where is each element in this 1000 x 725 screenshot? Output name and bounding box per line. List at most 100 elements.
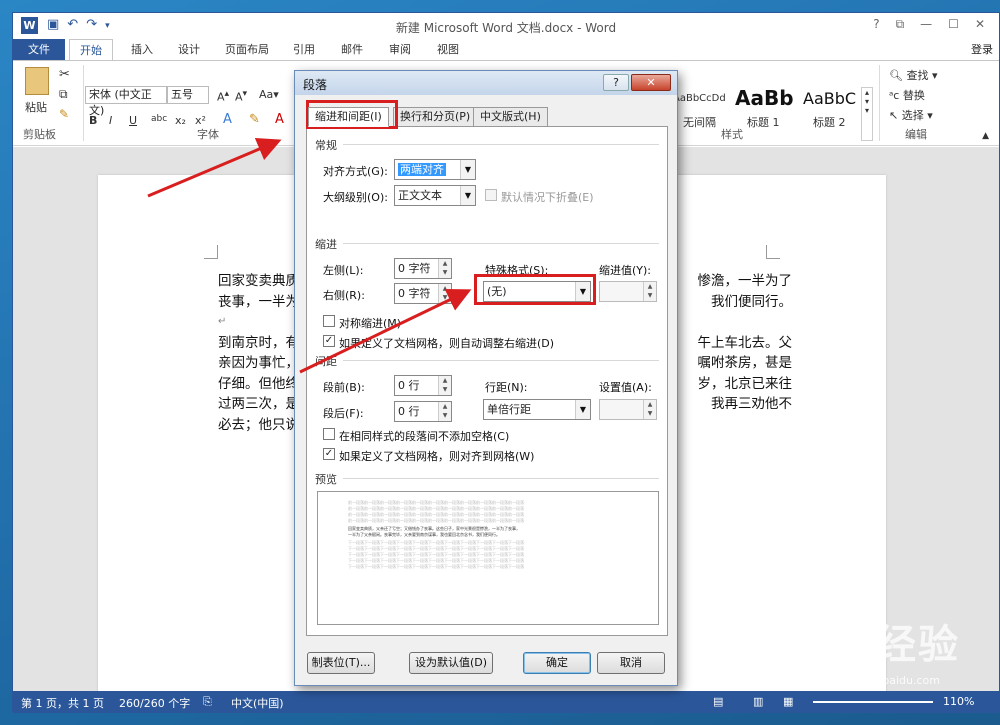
mirror-indents-label: 对称缩进(M) bbox=[339, 317, 402, 330]
font-name-box[interactable]: 宋体 (中文正文) bbox=[85, 86, 167, 117]
spacing-after-value: 0 行 bbox=[398, 405, 420, 418]
text-effects-icon[interactable]: A bbox=[223, 112, 232, 127]
help-icon[interactable]: ? bbox=[873, 17, 879, 32]
preview-line: 前一段落前一段落前一段落前一段落前一段落前一段落前一段落前一段落前一段落前一段落… bbox=[348, 506, 524, 511]
collapse-ribbon-icon[interactable]: ▲ bbox=[982, 131, 989, 141]
left-indent-spinner[interactable]: 0 字符 ▲ ▼ bbox=[394, 258, 452, 279]
paste-button[interactable]: 粘贴 bbox=[25, 99, 47, 115]
proofing-icon[interactable]: ⎘ bbox=[203, 695, 212, 709]
maximize-icon[interactable]: ☐ bbox=[948, 17, 959, 32]
snap-to-grid-checkbox[interactable]: ✓ bbox=[323, 448, 335, 460]
spinner-arrows-icon[interactable]: ▲ ▼ bbox=[438, 376, 451, 395]
section-general: 常规 bbox=[315, 139, 337, 152]
no-space-same-style-checkbox[interactable] bbox=[323, 428, 335, 440]
select-button[interactable]: ↖ 选择 ▾ bbox=[889, 107, 933, 123]
styles-scroll[interactable]: ▴ ▾ ▾ bbox=[861, 87, 873, 141]
section-divider bbox=[343, 360, 659, 361]
language-indicator[interactable]: 中文(中国) bbox=[231, 695, 284, 711]
dialog-close-button[interactable]: ✕ bbox=[631, 74, 671, 91]
section-divider bbox=[343, 144, 659, 145]
tab-references[interactable]: 引用 bbox=[283, 39, 325, 61]
spinner-arrows-icon[interactable]: ▲ ▼ bbox=[438, 259, 451, 278]
tab-view[interactable]: 视图 bbox=[427, 39, 469, 61]
replace-button[interactable]: ᵃc 替换 bbox=[889, 87, 925, 103]
divider bbox=[879, 65, 880, 141]
ok-button[interactable]: 确定 bbox=[523, 652, 591, 674]
spacing-at-spinner[interactable]: ▲ ▼ bbox=[599, 399, 657, 420]
section-divider bbox=[343, 478, 659, 479]
tab-asian-typography[interactable]: 中文版式(H) bbox=[473, 107, 548, 127]
spinner-arrows-icon[interactable]: ▲ ▼ bbox=[438, 284, 451, 303]
tab-home[interactable]: 开始 bbox=[69, 39, 113, 61]
close-icon[interactable]: ✕ bbox=[975, 17, 985, 32]
left-indent-label: 左侧(L): bbox=[323, 264, 364, 277]
style-heading1-preview[interactable]: AaBb bbox=[735, 86, 794, 110]
format-painter-icon[interactable]: ✎ bbox=[59, 107, 69, 121]
spinner-arrows-icon[interactable]: ▲ ▼ bbox=[643, 400, 656, 419]
zoom-slider[interactable] bbox=[813, 701, 933, 703]
alignment-select[interactable]: 两端对齐 ▼ bbox=[394, 159, 476, 180]
style-nospacing-preview[interactable]: AaBbCcDd bbox=[673, 93, 726, 104]
subscript-icon[interactable]: x₂ bbox=[175, 114, 186, 127]
find-icon: 🔍︎ bbox=[889, 69, 903, 82]
strikethrough-icon[interactable]: abc bbox=[151, 114, 167, 124]
zoom-level[interactable]: 110% bbox=[943, 695, 974, 708]
select-label: 选择 bbox=[901, 109, 924, 122]
tab-indents-spacing[interactable]: 缩进和间距(I) bbox=[308, 107, 389, 127]
chevron-down-icon: ▼ bbox=[460, 160, 475, 179]
find-button[interactable]: 🔍︎ 查找 ▾ bbox=[889, 67, 938, 83]
word-count[interactable]: 260/260 个字 bbox=[119, 695, 190, 711]
tab-page-layout[interactable]: 页面布局 bbox=[215, 39, 279, 61]
font-color-icon[interactable]: A bbox=[275, 112, 284, 127]
change-case-icon[interactable]: Aa▾ bbox=[259, 88, 279, 101]
highlight-icon[interactable]: ✎ bbox=[249, 112, 260, 127]
copy-icon[interactable]: ⧉ bbox=[59, 87, 68, 102]
font-size-box[interactable]: 五号 bbox=[167, 86, 209, 104]
dialog-help-button[interactable]: ? bbox=[603, 74, 629, 91]
grow-font-icon[interactable]: A▴ bbox=[217, 88, 229, 104]
tab-line-page-breaks[interactable]: 换行和分页(P) bbox=[393, 107, 478, 127]
font-group-label: 字体 bbox=[197, 128, 219, 141]
print-layout-icon[interactable]: ▥ bbox=[753, 695, 763, 708]
read-mode-icon[interactable]: ▤ bbox=[713, 695, 723, 708]
page-count[interactable]: 第 1 页，共 1 页 bbox=[21, 695, 104, 711]
tab-review[interactable]: 审阅 bbox=[379, 39, 421, 61]
bold-button[interactable]: B bbox=[89, 114, 97, 127]
spacing-after-spinner[interactable]: 0 行 ▲ ▼ bbox=[394, 401, 452, 422]
indent-by-spinner[interactable]: ▲ ▼ bbox=[599, 281, 657, 302]
mirror-indents-checkbox[interactable] bbox=[323, 315, 335, 327]
doc-line: 嘱咐茶房，甚是 bbox=[697, 355, 793, 371]
tab-mailings[interactable]: 邮件 bbox=[331, 39, 373, 61]
tab-design[interactable]: 设计 bbox=[168, 39, 210, 61]
outline-level-select[interactable]: 正文文本 ▼ bbox=[394, 185, 476, 206]
line-spacing-select[interactable]: 单倍行距 ▼ bbox=[483, 399, 591, 420]
underline-button[interactable]: U bbox=[129, 114, 137, 127]
ribbon-display-icon[interactable]: ⧉ bbox=[896, 17, 905, 32]
set-default-button[interactable]: 设为默认值(D) bbox=[409, 652, 493, 674]
baidu-watermark-url: jingyan.baidu.com bbox=[838, 674, 940, 687]
callout-box-special-format bbox=[474, 274, 596, 305]
spacing-before-spinner[interactable]: 0 行 ▲ ▼ bbox=[394, 375, 452, 396]
style-heading2-preview[interactable]: AaBbC bbox=[803, 89, 856, 108]
tab-insert[interactable]: 插入 bbox=[121, 39, 163, 61]
shrink-font-icon[interactable]: A▾ bbox=[235, 88, 247, 104]
cut-icon[interactable]: ✂ bbox=[59, 67, 70, 82]
paste-icon[interactable] bbox=[25, 67, 49, 95]
auto-adjust-indent-checkbox[interactable]: ✓ bbox=[323, 335, 335, 347]
web-layout-icon[interactable]: ▦ bbox=[783, 695, 793, 708]
no-space-same-style-label: 在相同样式的段落间不添加空格(C) bbox=[339, 430, 510, 443]
tab-file[interactable]: 文件 bbox=[13, 39, 65, 61]
chevron-down-icon: ▼ bbox=[460, 186, 475, 205]
login-link[interactable]: 登录 bbox=[971, 39, 993, 61]
alignment-value: 两端对齐 bbox=[398, 163, 446, 176]
doc-line: 午上车北去。父 bbox=[697, 334, 793, 351]
collapse-default-checkbox[interactable] bbox=[485, 189, 497, 201]
style-heading1-name: 标题 1 bbox=[747, 116, 780, 129]
italic-button[interactable]: I bbox=[109, 114, 112, 127]
spinner-arrows-icon[interactable]: ▲ ▼ bbox=[643, 282, 656, 301]
spinner-arrows-icon[interactable]: ▲ ▼ bbox=[438, 402, 451, 421]
tabs-button[interactable]: 制表位(T)... bbox=[307, 652, 375, 674]
minimize-icon[interactable]: — bbox=[920, 17, 932, 32]
right-indent-spinner[interactable]: 0 字符 ▲ ▼ bbox=[394, 283, 452, 304]
cancel-button[interactable]: 取消 bbox=[597, 652, 665, 674]
